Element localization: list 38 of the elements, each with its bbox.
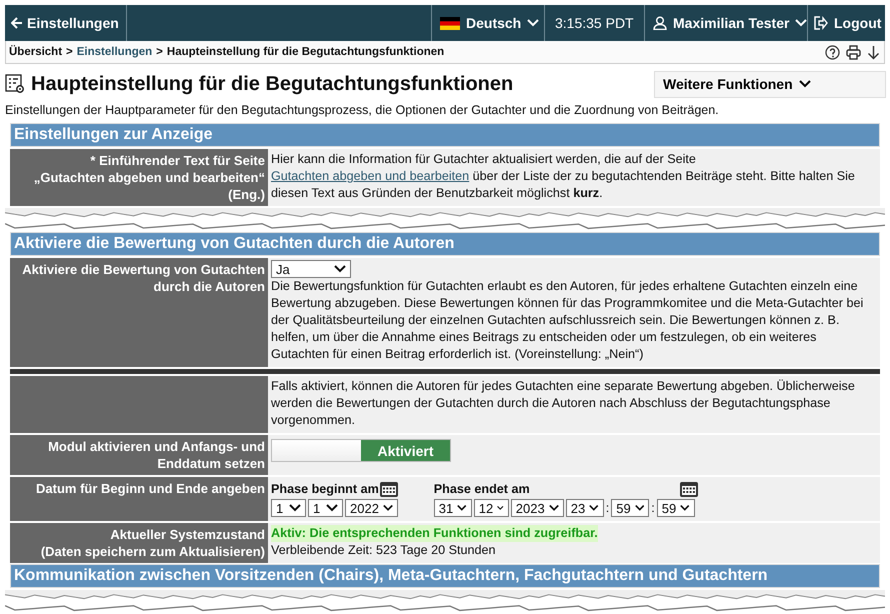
page-title: Haupteinstellung für die Begutachtungsfunktionen <box>31 72 514 96</box>
dropdown[interactable]: 12 <box>474 499 509 517</box>
field-label: Aktiviere die Bewertung von Gutachten durch die Autoren <box>10 258 268 367</box>
dropdown[interactable]: Ja <box>271 260 351 278</box>
breadcrumb-item: Haupteinstellung für die Begutachtungsfunktionen <box>166 46 444 58</box>
dropdown[interactable]: 1 <box>271 499 306 517</box>
time-separator: : <box>606 500 610 516</box>
help-link[interactable]: Gutachten abgeben und bearbeiten <box>271 169 470 183</box>
field-label: Datum für Beginn und Ende angeben <box>10 477 268 521</box>
help-text: Die Bewertungsfunktion für Gutachten erlaubt es den Autoren, für jedes erhaltene Gutachten einzeln eine Bewertung abzugeben. Diese Bewertungen können für das Programmkomitee und die Meta-Gutachter bei der Qualitätsbeurteilung der einzelnen Gutachten aufschlussreich sein. Die Bewertungen können z. B. helfen, um über die Annahme eines Beitrags zu entscheiden oder um festzulegen, ob ein weiteres Gutachten für einen Beitrag erforderlich ist. (Voreinstellung: „Nein“) <box>271 278 864 363</box>
dropdown[interactable]: 2023 <box>510 499 564 517</box>
breadcrumb-item: Übersicht <box>9 46 62 58</box>
time-separator: : <box>651 500 655 516</box>
help-text: Falls aktiviert, können die Autoren für jedes Gutachten eine separate Bewertung abgeben. Üblicherweise werden die Bewertungen der Gutachten durch die Autoren nach Abschluss der Begutachtungsphase vorgenommen. <box>271 378 856 429</box>
section-header: Kommunikation zwischen Vorsitzenden (Chairs), Meta-Gutachtern, Fachgutachtern und Gutachtern <box>10 564 880 588</box>
date-label: Phase beginnt am <box>271 480 379 498</box>
help-text: Hier kann die Information für Gutachter aktualisiert werden, die auf der Seite Gutachten abgeben und bearbeiten über der Liste der zu begutachtenden Beiträge steht. Bitte halten Sie diesen Text aus Gründen der Benutzbarkeit möglichst kurz. <box>271 151 856 202</box>
section-header: Einstellungen zur Anzeige <box>10 123 880 147</box>
field-label: Modul aktivieren und Anfangs- und Enddatum setzen <box>10 435 268 475</box>
date-label: Phase endet am <box>434 480 530 498</box>
logout-button[interactable]: Logout <box>808 5 885 41</box>
page-description: Einstellungen der Hauptparameter für den Begutachtungsprozess, die Optionen der Gutachter und die Zuordnung von Beiträgen. <box>5 103 720 117</box>
status-message: Aktiv: Die entsprechenden Funktionen sind zugreifbar. <box>271 525 598 542</box>
dropdown[interactable]: 2022 <box>345 499 398 517</box>
breadcrumb-link[interactable]: Einstellungen <box>76 46 152 58</box>
dropdown[interactable]: 1 <box>308 499 343 517</box>
dropdown[interactable]: 59 <box>656 499 695 517</box>
field-label: * Einführender Text für Seite „Gutachten abgeben und bearbeiten“ (Eng.) <box>10 149 268 206</box>
field-label: Aktueller Systemzustand (Daten speichern zum Aktualisieren) <box>10 523 268 563</box>
dropdown[interactable]: 59 <box>611 499 650 517</box>
breadcrumb-separator: > <box>66 46 73 58</box>
dropdown[interactable]: 31 <box>434 499 472 517</box>
breadcrumb-separator: > <box>156 46 163 58</box>
more-functions-button[interactable]: Weitere Funktionen <box>654 70 886 98</box>
dropdown[interactable]: 23 <box>566 499 604 517</box>
remaining-time: Verbleibende Zeit: 523 Tage 20 Stunden <box>271 542 497 559</box>
toggle-switch[interactable]: Aktiviert <box>271 439 451 462</box>
section-header: Aktiviere die Bewertung von Gutachten durch die Autoren <box>10 232 880 256</box>
